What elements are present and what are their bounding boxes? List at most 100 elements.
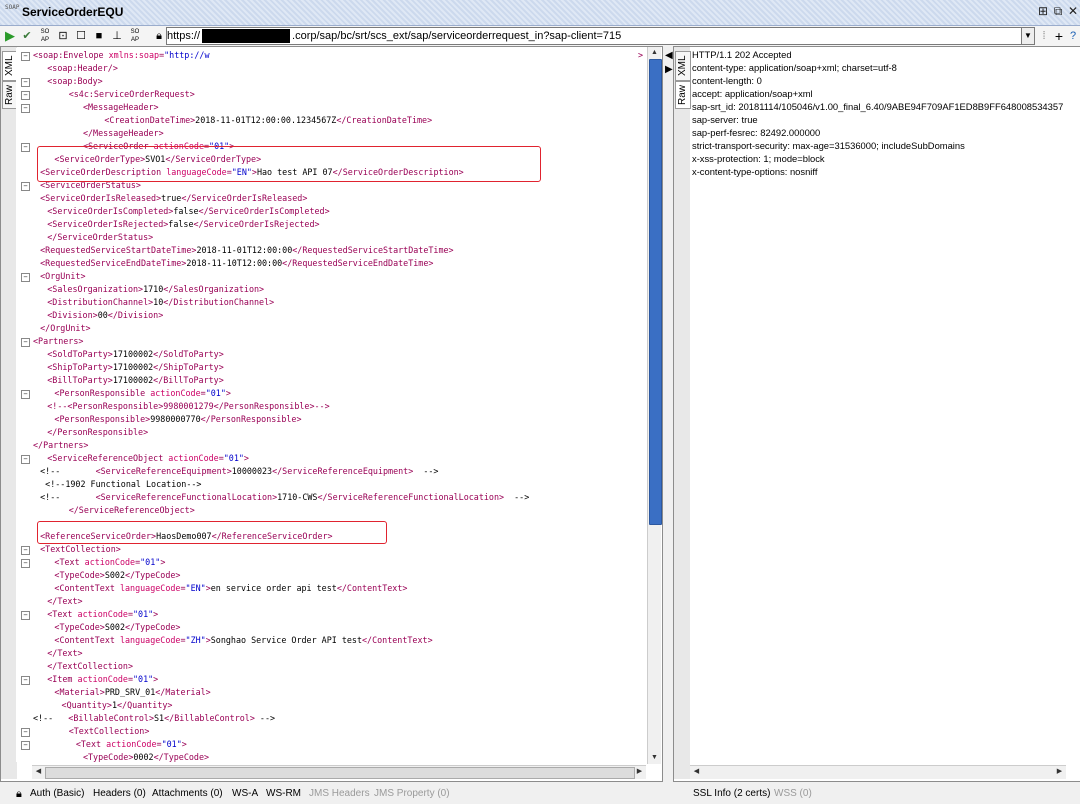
tab-attachments[interactable]: Attachments (0): [152, 788, 223, 799]
fold-toggle-icon[interactable]: −: [21, 52, 30, 61]
tab-ws-rm[interactable]: WS-RM: [266, 788, 301, 799]
xml-line: </ServiceOrderStatus>: [47, 231, 153, 244]
hscroll-thumb[interactable]: [45, 767, 635, 779]
xml-token: <SoldToParty>: [47, 349, 113, 359]
tab-headers[interactable]: Headers (0): [93, 788, 146, 799]
tab-jms-property[interactable]: JMS Property (0): [374, 788, 450, 799]
validate-icon[interactable]: ✔: [20, 28, 34, 44]
tile-icon[interactable]: ⊞: [1035, 3, 1051, 19]
stop-icon[interactable]: ☐: [74, 28, 88, 44]
xml-token: <!--<PersonResponsible>9980001279</Perso…: [47, 401, 330, 411]
xml-token: </ServiceOrderStatus>: [47, 232, 154, 242]
fold-toggle-icon[interactable]: −: [21, 143, 30, 152]
scroll-left-icon[interactable]: ◀: [32, 766, 45, 778]
xml-token: <soap:Envelope: [33, 50, 109, 60]
xml-token: <soap:Body>: [47, 76, 103, 86]
xml-token: -->: [504, 492, 530, 502]
fold-toggle-icon[interactable]: −: [21, 273, 30, 282]
fold-toggle-icon[interactable]: −: [21, 455, 30, 464]
fold-toggle-icon[interactable]: −: [21, 182, 30, 191]
tab-wss[interactable]: WSS (0): [774, 788, 812, 799]
tab-ssl-info[interactable]: SSL Info (2 certs): [693, 788, 770, 799]
xml-token: 10: [153, 297, 164, 307]
tab-ws-a[interactable]: WS-A: [232, 788, 258, 799]
wsa-icon[interactable]: ■: [92, 28, 106, 44]
scroll-up-icon[interactable]: ▲: [648, 47, 661, 59]
request-horizontal-scrollbar[interactable]: ◀ ▶: [32, 765, 646, 779]
url-dropdown-button[interactable]: ▼: [1021, 27, 1035, 45]
run-icon[interactable]: ▶: [3, 28, 17, 44]
response-side-tabs: XML Raw: [674, 47, 691, 779]
xml-line: </Text>: [47, 595, 82, 608]
add-endpoint-icon[interactable]: +: [1052, 28, 1066, 44]
xml-line: <Text actionCode="01">: [47, 608, 158, 621]
fold-toggle-icon[interactable]: −: [21, 91, 30, 100]
xml-line: <!-- <ServiceReferenceFunctionalLocation…: [40, 491, 529, 504]
soap-icon[interactable]: SO AP: [38, 28, 52, 44]
tab-auth[interactable]: Auth (Basic): [30, 788, 84, 799]
xml-token: <SalesOrganization>: [47, 284, 144, 294]
xml-token: "01": [133, 609, 154, 619]
xml-token: <TextCollection>: [68, 726, 150, 736]
detach-icon[interactable]: ⧉: [1050, 3, 1066, 19]
response-header-line: sap-server: true: [692, 114, 758, 125]
fold-toggle-icon[interactable]: −: [21, 546, 30, 555]
fold-toggle-icon[interactable]: −: [21, 611, 30, 620]
xml-token: </ServiceReferenceObject>: [68, 505, 195, 515]
xml-token: 17100002: [112, 349, 154, 359]
xml-token: "01": [161, 739, 182, 749]
xml-token: <!--: [40, 466, 96, 476]
tab-jms-headers[interactable]: JMS Headers: [309, 788, 370, 799]
format-icon[interactable]: ⊡: [56, 28, 70, 44]
scroll-down-icon[interactable]: ▼: [648, 752, 661, 764]
resp-scroll-right-icon[interactable]: ▶: [1053, 766, 1066, 778]
xml-token: "01": [223, 453, 244, 463]
xml-line: <soap:Header/>: [47, 62, 118, 75]
tab-response-xml[interactable]: XML: [675, 51, 691, 81]
xml-line: <SoldToParty>17100002</SoldToParty>: [47, 348, 224, 361]
edit-endpoint-icon[interactable]: ⁞: [1037, 28, 1051, 44]
xml-token: actionCode: [84, 557, 136, 567]
highlight-box-service-order-type: [37, 146, 541, 182]
fold-toggle-icon[interactable]: −: [21, 559, 30, 568]
split-left-icon[interactable]: ◀: [665, 50, 673, 61]
xml-line: <TypeCode>S002</TypeCode>: [54, 621, 180, 634]
fold-toggle-icon[interactable]: −: [21, 741, 30, 750]
xml-token: languageCode: [119, 583, 181, 593]
xml-token: Songhao Service Order API test: [210, 635, 363, 645]
tab-response-raw[interactable]: Raw: [675, 81, 691, 109]
fold-toggle-icon[interactable]: −: [21, 390, 30, 399]
help-icon[interactable]: ?: [1066, 28, 1080, 44]
fold-toggle-icon[interactable]: −: [21, 338, 30, 347]
fold-toggle-icon[interactable]: −: [21, 104, 30, 113]
xml-token: <CreationDateTime>: [104, 115, 196, 125]
status-bar: 🔒︎ Auth (Basic) Headers (0) Attachments …: [0, 784, 1080, 804]
xml-token: "EN": [185, 583, 206, 593]
request-vertical-scrollbar[interactable]: ▲ ▼: [647, 47, 662, 764]
xml-token: <RequestedServiceStartDateTime>: [40, 245, 197, 255]
fold-toggle-icon[interactable]: −: [21, 676, 30, 685]
scroll-thumb[interactable]: [649, 59, 662, 525]
xml-line: <ServiceReferenceObject actionCode="01">: [47, 452, 249, 465]
soap-request-icon[interactable]: SO AP: [128, 28, 142, 44]
fold-toggle-icon[interactable]: −: [21, 728, 30, 737]
response-header-line: x-content-type-options: nosniff: [692, 166, 818, 177]
attach-icon[interactable]: ⊥: [110, 28, 124, 44]
close-icon[interactable]: ✕: [1065, 3, 1080, 19]
fold-toggle-icon[interactable]: −: [21, 78, 30, 87]
xml-token: "01": [133, 674, 154, 684]
xml-token: </TypeCode>: [153, 752, 210, 762]
scroll-right-icon[interactable]: ▶: [633, 766, 646, 778]
xml-token: 2018-11-01T12:00:00: [196, 245, 293, 255]
xml-line: <!-- <ServiceReferenceEquipment>10000023…: [40, 465, 438, 478]
response-horizontal-scrollbar[interactable]: ◀ ▶: [690, 765, 1066, 779]
endpoint-url-input[interactable]: https:// .corp/sap/bc/srt/scs_ext/sap/ser…: [166, 27, 1024, 45]
xml-line: <ServiceOrderIsRejected>false</ServiceOr…: [47, 218, 319, 231]
split-right-icon[interactable]: ▶: [665, 64, 673, 75]
xml-token: actionCode: [77, 609, 128, 619]
resp-scroll-left-icon[interactable]: ◀: [690, 766, 703, 778]
xml-line: <s4c:ServiceOrderRequest>: [69, 88, 195, 101]
xml-token: xmlns:soap: [108, 50, 160, 60]
lock-icon: 🔒︎: [16, 788, 22, 800]
xml-token: </Text>: [47, 596, 83, 606]
